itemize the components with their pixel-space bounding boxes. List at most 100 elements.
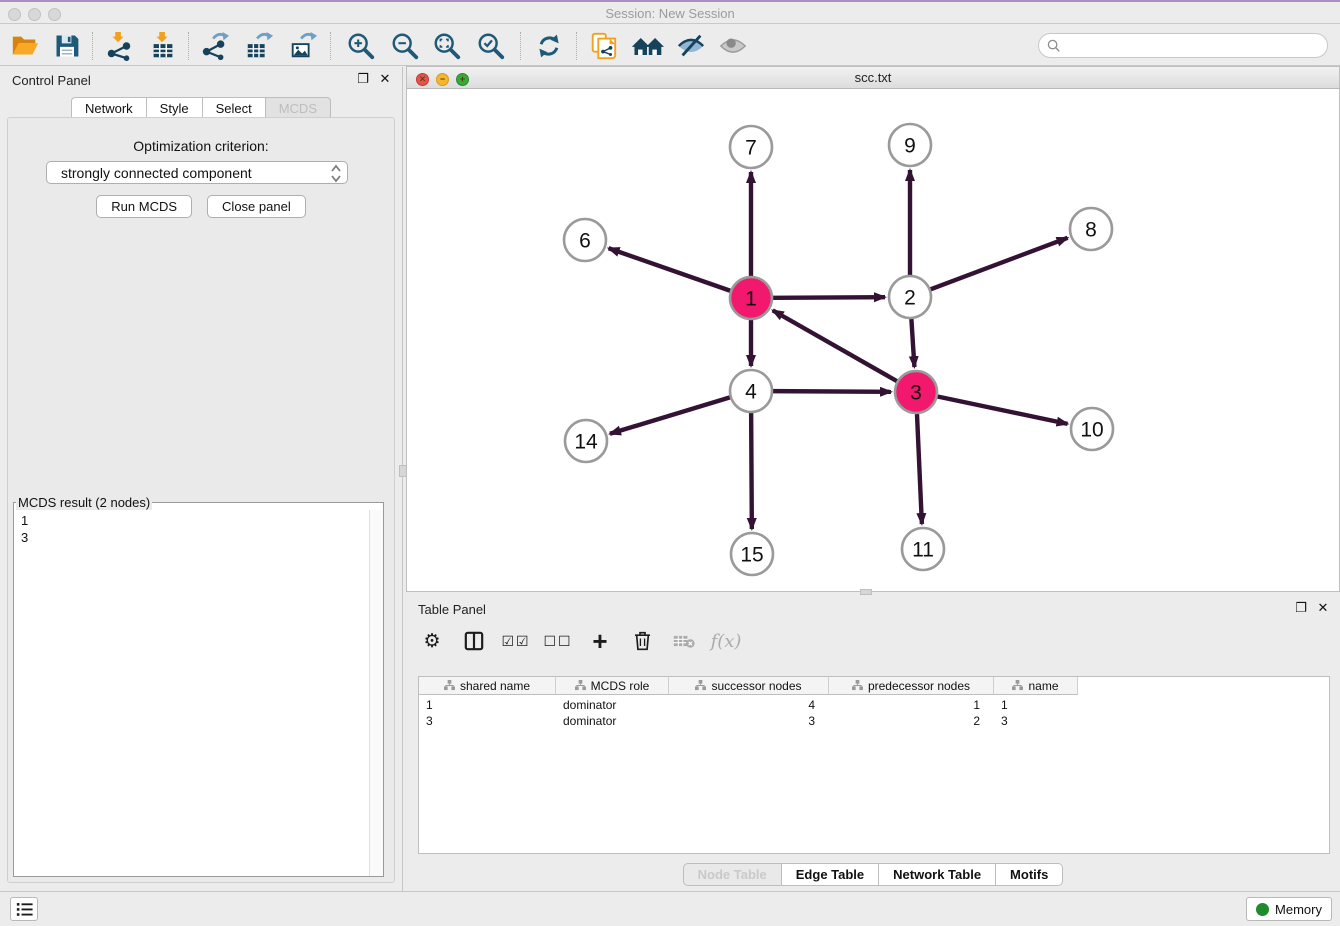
- graph-edge-4-15[interactable]: [751, 413, 752, 529]
- table-cell[interactable]: 1: [829, 697, 994, 713]
- vertical-splitter-handle[interactable]: [399, 465, 407, 477]
- graph-edge-3-10[interactable]: [938, 397, 1068, 424]
- checked-boxes-icon: ☑☑: [501, 633, 530, 650]
- add-column-button[interactable]: +: [586, 627, 614, 655]
- import-table-icon: [148, 31, 178, 61]
- table-cell[interactable]: 4: [669, 697, 829, 713]
- tab-edge-table[interactable]: Edge Table: [781, 863, 878, 886]
- network-canvas[interactable]: 1234678910111415: [407, 89, 1339, 591]
- home-button[interactable]: [630, 29, 664, 63]
- graph-edge-3-1[interactable]: [773, 310, 897, 381]
- column-header-name[interactable]: name: [994, 677, 1078, 695]
- search-input[interactable]: [1066, 38, 1327, 53]
- horizontal-splitter-handle[interactable]: [860, 589, 872, 595]
- table-cell[interactable]: 1: [994, 697, 1078, 713]
- zoom-in-button[interactable]: [344, 29, 378, 63]
- import-network-button[interactable]: [102, 29, 136, 63]
- zoom-fit-button[interactable]: [430, 29, 464, 63]
- graph-edge-1-6[interactable]: [609, 248, 731, 290]
- export-table-button[interactable]: [242, 29, 276, 63]
- result-scrollbar[interactable]: [369, 510, 383, 876]
- refresh-icon: [535, 32, 563, 60]
- export-table-icon: [244, 31, 274, 61]
- fx-icon: f(x): [711, 631, 742, 652]
- graph-edge-2-8[interactable]: [931, 238, 1068, 289]
- graph-edge-4-3[interactable]: [773, 391, 891, 392]
- table-row[interactable]: 1dominator411: [419, 697, 1078, 713]
- deselect-all-button[interactable]: ☐☐: [544, 627, 572, 655]
- float-table-panel-icon[interactable]: ❐: [1294, 601, 1308, 615]
- table-cell[interactable]: 3: [419, 713, 556, 729]
- gear-icon: ⚙: [423, 630, 440, 653]
- search-field[interactable]: [1038, 33, 1328, 58]
- criterion-value: strongly connected component: [61, 165, 252, 181]
- import-network-icon: [104, 31, 134, 61]
- run-mcds-button[interactable]: Run MCDS: [96, 195, 192, 218]
- memory-label: Memory: [1275, 902, 1322, 917]
- hide-view-button[interactable]: [674, 29, 708, 63]
- search-icon: [1047, 39, 1061, 53]
- column-type-icon: [852, 680, 863, 691]
- status-bar: Memory: [0, 891, 1340, 926]
- column-header-label: MCDS role: [591, 679, 650, 693]
- network-document-button[interactable]: [586, 29, 620, 63]
- column-header-MCDS-role[interactable]: MCDS role: [556, 677, 669, 695]
- criterion-select[interactable]: strongly connected component: [46, 161, 348, 184]
- refresh-button[interactable]: [532, 29, 566, 63]
- graph-edge-3-11[interactable]: [917, 414, 922, 524]
- column-header-successor-nodes[interactable]: successor nodes: [669, 677, 829, 695]
- table-cell[interactable]: 3: [669, 713, 829, 729]
- mcds-result-title: MCDS result (2 nodes): [16, 495, 152, 510]
- table-cell[interactable]: 3: [994, 713, 1078, 729]
- delete-table-button[interactable]: [670, 627, 698, 655]
- function-builder-button[interactable]: f(x): [712, 627, 740, 655]
- table-toolbar: ⚙ ☑☑ ☐☐ + f(x): [418, 622, 1328, 660]
- tab-network-table[interactable]: Network Table: [878, 863, 995, 886]
- float-panel-icon[interactable]: ❐: [356, 72, 370, 86]
- column-type-icon: [695, 680, 706, 691]
- column-header-shared-name[interactable]: shared name: [419, 677, 556, 695]
- eye-icon: [718, 31, 748, 61]
- tab-motifs[interactable]: Motifs: [995, 863, 1063, 886]
- table-cell[interactable]: 1: [419, 697, 556, 713]
- table-row[interactable]: 3dominator323: [419, 713, 1078, 729]
- split-columns-button[interactable]: [460, 627, 488, 655]
- export-image-button[interactable]: [286, 29, 320, 63]
- gear-button[interactable]: ⚙: [418, 627, 446, 655]
- table-cell[interactable]: dominator: [556, 713, 669, 729]
- graph-node-label-10: 10: [1080, 419, 1103, 442]
- column-header-label: successor nodes: [711, 679, 801, 693]
- close-panel-button[interactable]: Close panel: [207, 195, 306, 218]
- graph-edge-4-14[interactable]: [610, 397, 730, 433]
- network-graph: 1234678910111415: [407, 89, 1339, 591]
- zoom-selected-button[interactable]: [474, 29, 508, 63]
- control-panel: Control Panel ❐ ✕ Network Style Select M…: [0, 67, 403, 891]
- show-view-button[interactable]: [716, 29, 750, 63]
- table-cell[interactable]: 2: [829, 713, 994, 729]
- export-image-icon: [288, 31, 318, 61]
- save-session-button[interactable]: [50, 29, 84, 63]
- import-table-button[interactable]: [146, 29, 180, 63]
- select-all-button[interactable]: ☑☑: [502, 627, 530, 655]
- network-window-titlebar[interactable]: ✕ − + scc.txt: [407, 67, 1339, 89]
- zoom-selected-icon: [476, 31, 506, 61]
- open-session-button[interactable]: [8, 29, 42, 63]
- tab-node-table[interactable]: Node Table: [683, 863, 781, 886]
- close-panel-icon[interactable]: ✕: [378, 72, 392, 86]
- graph-edge-1-2[interactable]: [773, 297, 885, 298]
- table-tabs: Node Table Edge Table Network Table Moti…: [406, 863, 1340, 886]
- mcds-panel: Optimization criterion: strongly connect…: [7, 117, 395, 883]
- graph-edge-2-3[interactable]: [911, 319, 914, 367]
- task-history-button[interactable]: [10, 897, 38, 921]
- memory-button[interactable]: Memory: [1246, 897, 1332, 921]
- column-header-predecessor-nodes[interactable]: predecessor nodes: [829, 677, 994, 695]
- save-icon: [53, 32, 81, 60]
- zoom-out-button[interactable]: [388, 29, 422, 63]
- close-table-panel-icon[interactable]: ✕: [1316, 601, 1330, 615]
- delete-column-button[interactable]: [628, 627, 656, 655]
- zoom-out-icon: [390, 31, 420, 61]
- export-network-button[interactable]: [198, 29, 232, 63]
- column-header-label: shared name: [460, 679, 530, 693]
- table-cell[interactable]: dominator: [556, 697, 669, 713]
- toolbar-separator: [576, 32, 577, 60]
